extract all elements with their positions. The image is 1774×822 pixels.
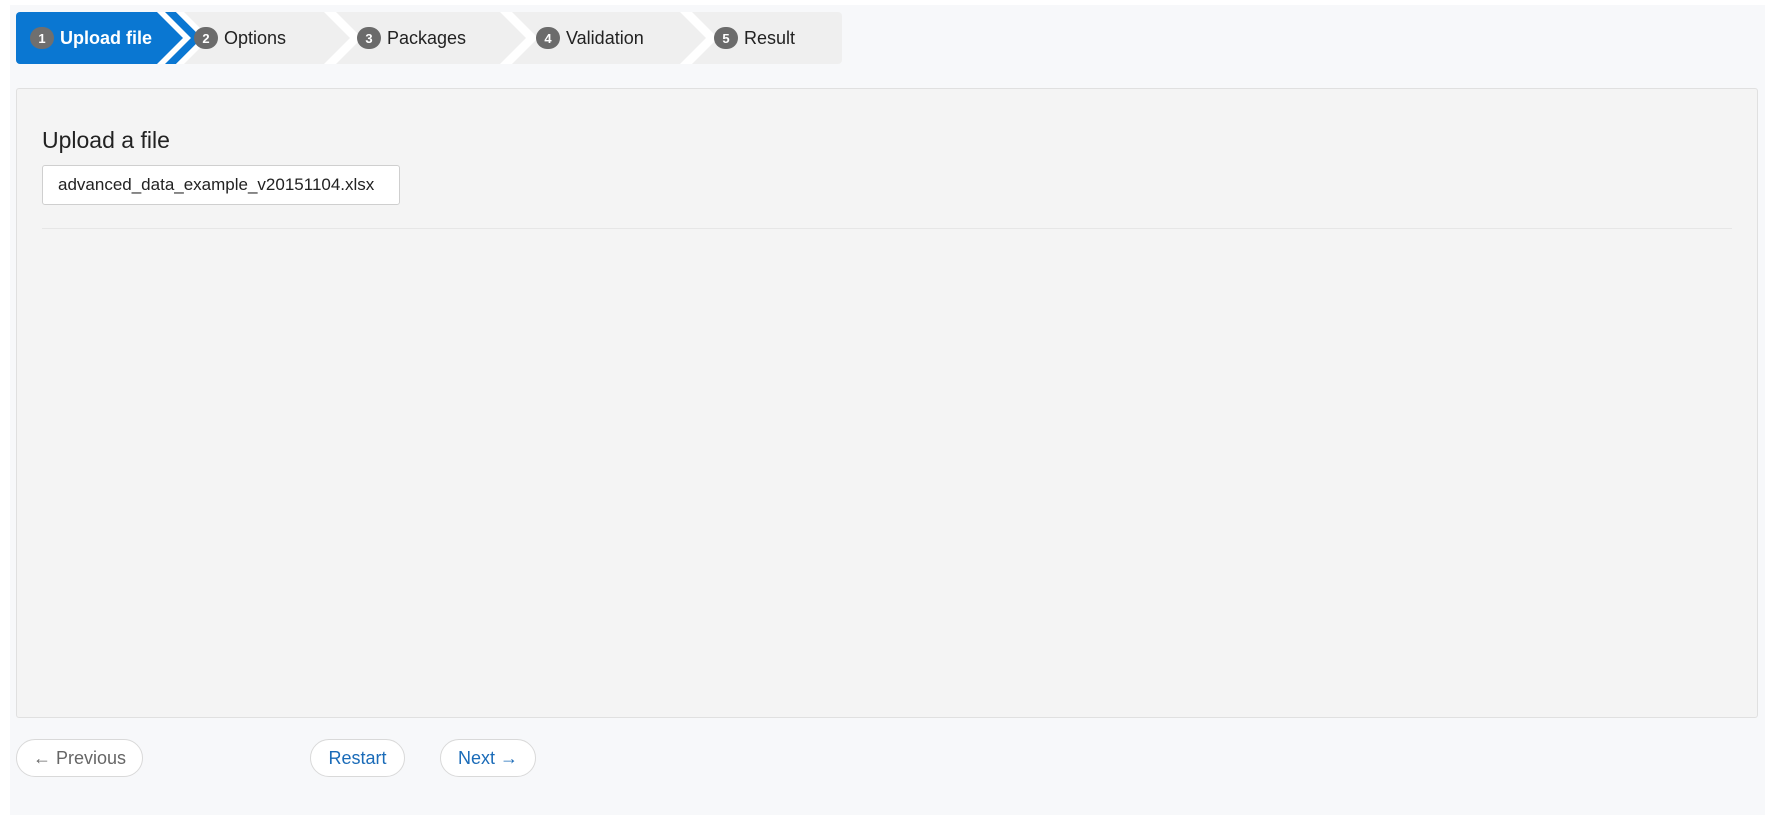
next-button[interactable]: Next → bbox=[440, 739, 536, 777]
step-label: Packages bbox=[387, 27, 467, 48]
wizard-steps: 1 Upload file 2 Options 3 Packages 4 Val… bbox=[16, 12, 842, 64]
previous-button[interactable]: ← Previous bbox=[16, 739, 143, 777]
step-label: Result bbox=[744, 27, 796, 48]
file-upload-input[interactable]: advanced_data_example_v20151104.xlsx bbox=[42, 165, 400, 205]
step-options[interactable]: 2 Options bbox=[194, 12, 286, 64]
step-upload-file[interactable]: 1 Upload file bbox=[30, 12, 152, 64]
step-number-badge: 1 bbox=[30, 27, 54, 49]
step-result[interactable]: 5 Result bbox=[714, 12, 795, 64]
step-validation[interactable]: 4 Validation bbox=[536, 12, 644, 64]
restart-button[interactable]: Restart bbox=[310, 739, 405, 777]
step-label: Validation bbox=[566, 27, 644, 48]
step-number-badge: 3 bbox=[357, 27, 381, 49]
step-number-badge: 5 bbox=[714, 27, 738, 49]
step-number-badge: 4 bbox=[536, 27, 560, 49]
upload-panel: Upload a file advanced_data_example_v201… bbox=[16, 88, 1758, 718]
step-number-badge: 2 bbox=[194, 27, 218, 49]
divider bbox=[42, 228, 1732, 229]
page: 1 Upload file 2 Options 3 Packages 4 Val… bbox=[10, 5, 1765, 815]
step-label: Options bbox=[224, 27, 287, 48]
step-packages[interactable]: 3 Packages bbox=[357, 12, 466, 64]
step-label: Upload file bbox=[60, 27, 153, 48]
panel-title: Upload a file bbox=[42, 127, 170, 153]
